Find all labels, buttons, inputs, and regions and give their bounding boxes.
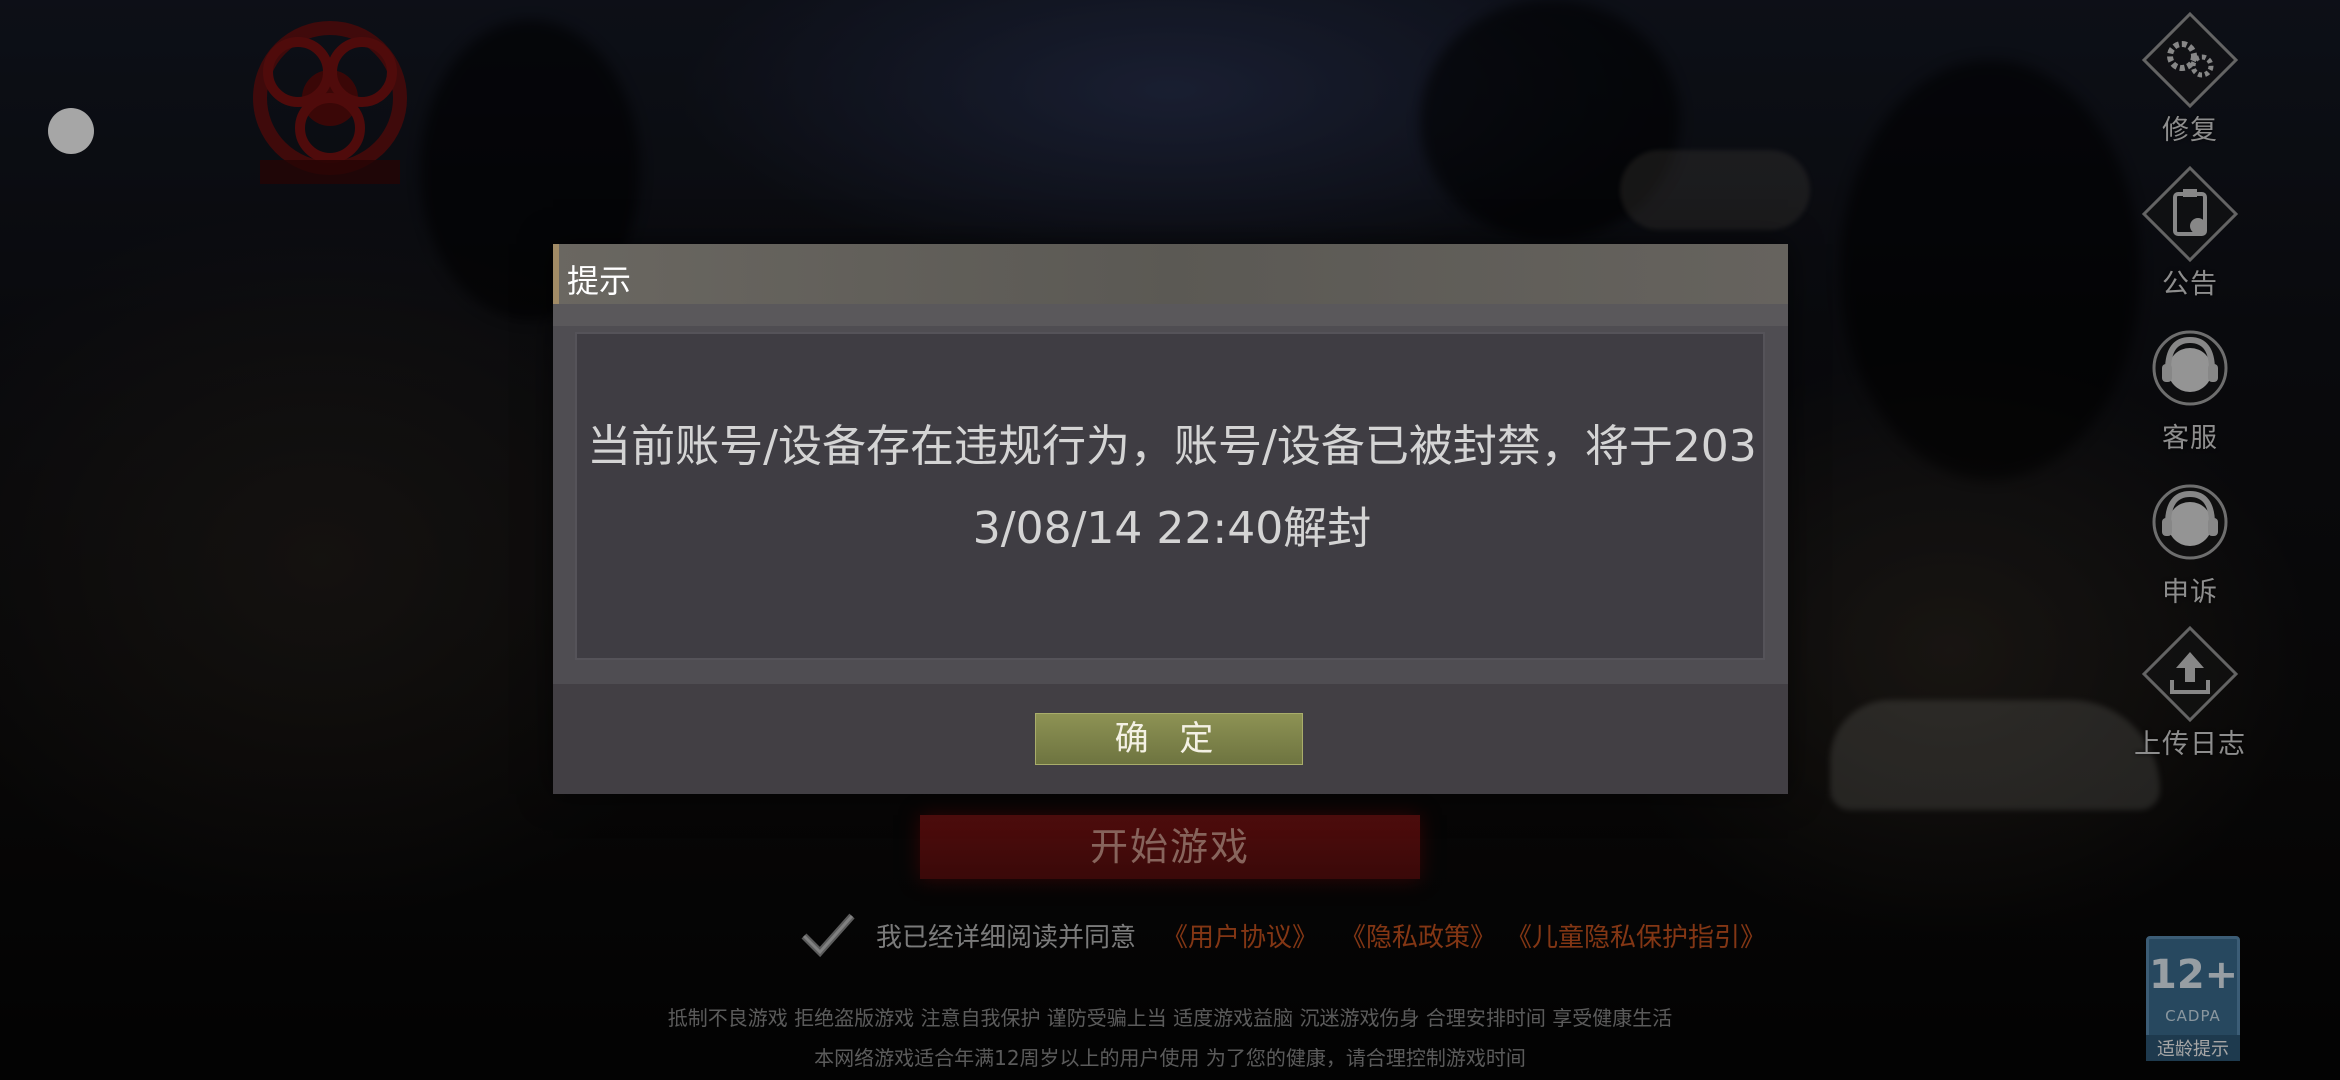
- ban-notice-dialog: 提示 当前账号/设备存在违规行为，账号/设备已被封禁，将于2033/08/14 …: [553, 244, 1788, 794]
- dialog-header: 提示: [553, 244, 1788, 304]
- dialog-message: 当前账号/设备存在违规行为，账号/设备已被封禁，将于2033/08/14 22:…: [587, 421, 1757, 554]
- dialog-body: 当前账号/设备存在违规行为，账号/设备已被封禁，将于2033/08/14 22:…: [575, 332, 1765, 660]
- confirm-button[interactable]: 确 定: [1035, 713, 1303, 765]
- login-screen: 修复 公告 客服 申诉 上传日志 开始游戏 我已经详细阅读并同意 《用户协议》 …: [0, 0, 2340, 1080]
- dialog-title: 提示: [567, 262, 632, 300]
- dialog-divider: [553, 304, 1788, 326]
